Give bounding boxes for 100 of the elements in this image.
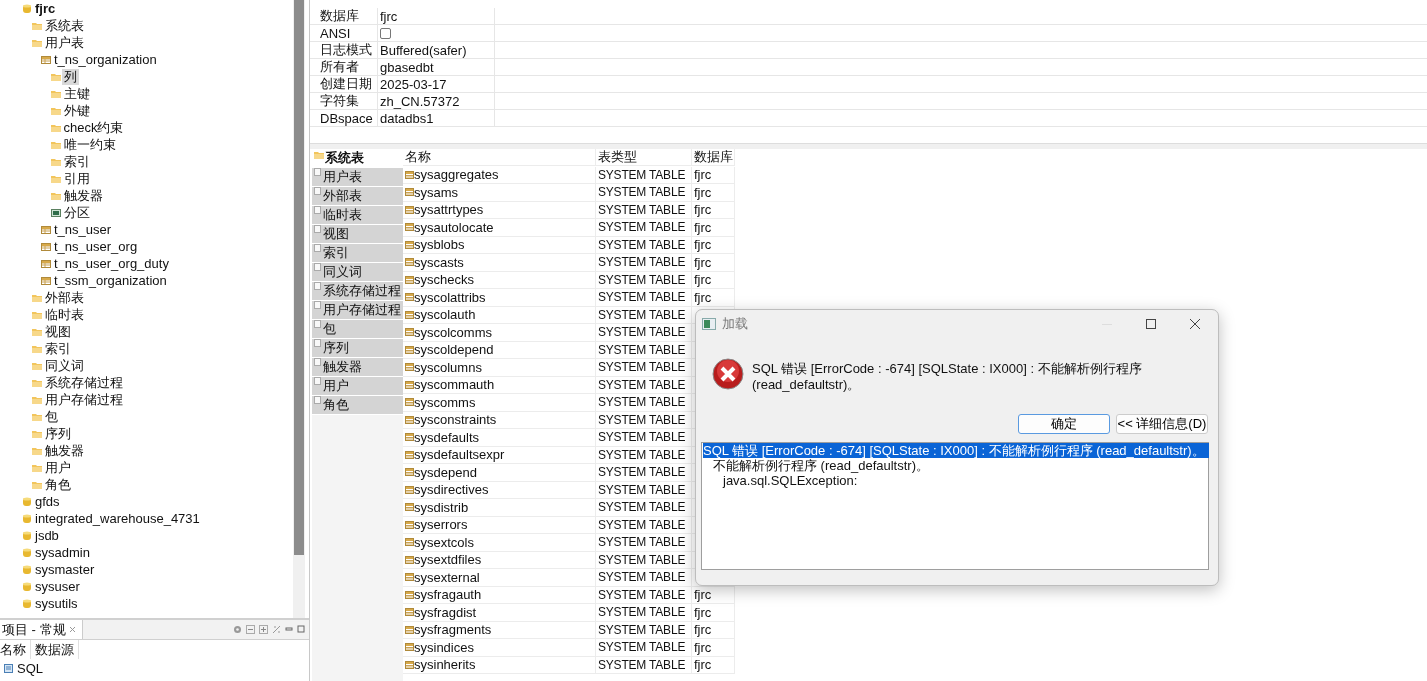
table-cell: sysdepend <box>414 464 477 480</box>
ok-button[interactable]: 确定 <box>1018 414 1110 434</box>
property-name: 字符集 <box>320 92 359 110</box>
object-tab[interactable]: 临时表 <box>312 206 403 225</box>
object-tab[interactable]: 用户 <box>312 377 403 396</box>
table-icon <box>405 607 414 618</box>
page-icon <box>314 225 322 234</box>
detail-line[interactable]: java.sql.SQLException: <box>723 473 862 488</box>
database-icon <box>22 547 32 558</box>
tree-item[interactable]: 索引 <box>61 153 92 170</box>
table-cell: sysblobs <box>414 237 465 253</box>
property-name: 所有者 <box>320 58 359 76</box>
tree-item[interactable]: 序列 <box>42 425 73 442</box>
table-cell: SYSTEM TABLE <box>598 167 686 182</box>
object-tab[interactable]: 触发器 <box>312 358 403 377</box>
object-tab[interactable]: 用户存储过程 <box>312 301 403 320</box>
table-icon <box>41 224 51 235</box>
table-icon <box>405 414 414 425</box>
detail-line[interactable]: 不能解析例行程序 (read_defaultstr)。 <box>713 458 933 473</box>
checkbox[interactable] <box>380 27 391 39</box>
folder-icon <box>50 173 61 184</box>
close-icon <box>1190 319 1200 329</box>
tree-item[interactable]: 角色 <box>42 476 73 493</box>
tree-item[interactable]: 系统存储过程 <box>42 374 125 391</box>
tree-item[interactable]: 列 <box>61 68 79 85</box>
tree-item[interactable]: sysadmin <box>33 544 92 561</box>
table-cell: sysfragauth <box>414 587 482 603</box>
tree-item[interactable]: sysuser <box>33 578 82 595</box>
table-cell: SYSTEM TABLE <box>598 587 686 602</box>
folder-icon <box>50 105 61 116</box>
table-icon <box>41 54 51 65</box>
tree-item[interactable]: 用户 <box>42 459 73 476</box>
tree-item[interactable]: 引用 <box>61 170 92 187</box>
table-cell: SYSTEM TABLE <box>598 307 686 322</box>
tree-item[interactable]: 唯一约束 <box>61 136 118 153</box>
folder-icon <box>50 156 61 167</box>
table-cell: sysdefaultsexpr <box>414 447 505 463</box>
object-tab[interactable]: 序列 <box>312 339 403 358</box>
tree-item[interactable]: t_ns_organization <box>52 51 159 68</box>
tree-item[interactable]: jsdb <box>33 527 61 544</box>
column-header[interactable]: 数据源 <box>31 640 79 659</box>
tree-item[interactable]: fjrc <box>33 0 58 17</box>
tree-item[interactable]: 触发器 <box>42 442 86 459</box>
object-tab[interactable]: 系统存储过程 <box>312 282 403 301</box>
tree-item[interactable]: sysutils <box>33 595 80 612</box>
tree-item[interactable]: 分区 <box>61 204 92 221</box>
tree-item[interactable]: 系统表 <box>42 17 86 34</box>
object-tab[interactable]: 系统表 <box>312 149 403 168</box>
tree-item[interactable]: t_ns_user_org <box>52 238 140 255</box>
table-cell: sysfragments <box>414 622 492 638</box>
object-tab[interactable]: 同义词 <box>312 263 403 282</box>
table-cell: SYSTEM TABLE <box>598 447 686 462</box>
tree-item[interactable]: 外键 <box>61 102 92 119</box>
table-cell: SYSTEM TABLE <box>598 430 686 445</box>
tree-item[interactable]: 临时表 <box>42 306 86 323</box>
table-cell: SYSTEM TABLE <box>598 465 686 480</box>
window-icon <box>702 318 716 330</box>
folder-icon <box>31 445 42 456</box>
tree-item[interactable]: 索引 <box>42 340 73 357</box>
table-icon <box>405 554 414 565</box>
scrollbar-thumb[interactable] <box>294 0 304 555</box>
tree-item[interactable]: 外部表 <box>42 289 86 306</box>
tree-item[interactable]: t_ssm_organization <box>52 272 169 289</box>
object-tab[interactable]: 角色 <box>312 396 403 415</box>
panel-title: 项目 - 常规 <box>2 620 66 639</box>
object-tab[interactable]: 索引 <box>312 244 403 263</box>
tree-item[interactable]: check约束 <box>61 119 126 136</box>
tree-item[interactable]: 用户存储过程 <box>42 391 125 408</box>
table-cell: sysextdfiles <box>414 552 482 568</box>
column-header[interactable]: 名称 <box>0 640 31 659</box>
tree-item[interactable]: gfds <box>33 493 62 510</box>
column-header[interactable]: 表类型 <box>598 149 637 166</box>
tree-item[interactable]: t_ns_user <box>52 221 114 238</box>
table-cell: syserrors <box>414 517 468 533</box>
tree-item[interactable]: 用户表 <box>42 34 86 51</box>
tree-item[interactable]: sysmaster <box>33 561 97 578</box>
table-cell: syscolattribs <box>414 289 486 305</box>
object-tab[interactable]: 视图 <box>312 225 403 244</box>
column-header[interactable]: 数据库 <box>694 149 733 166</box>
page-icon <box>314 339 322 348</box>
tree-item[interactable]: integrated_warehouse_4731 <box>33 510 202 527</box>
tree-item[interactable]: 视图 <box>42 323 73 340</box>
tree-item[interactable]: t_ns_user_org_duty <box>52 255 171 272</box>
maximize-icon <box>1146 319 1156 329</box>
tree-item[interactable]: 触发器 <box>61 187 105 204</box>
property-name: 创建日期 <box>320 75 372 93</box>
minimize-icon <box>285 625 293 633</box>
page-icon <box>314 320 322 329</box>
column-header[interactable]: 名称 <box>405 149 431 166</box>
details-button[interactable]: << 详细信息(D) <box>1116 414 1208 434</box>
tree-item[interactable]: 同义词 <box>42 357 86 374</box>
panel-tab[interactable]: 项目 - 常规 <box>0 620 83 639</box>
object-tab[interactable]: 用户表 <box>312 168 403 187</box>
object-tab[interactable]: 外部表 <box>312 187 403 206</box>
tree-item[interactable]: 主键 <box>61 85 92 102</box>
tree-item[interactable]: 包 <box>42 408 60 425</box>
table-icon <box>405 397 414 408</box>
table-icon <box>405 572 414 583</box>
object-tab[interactable]: 包 <box>312 320 403 339</box>
table-cell: SYSTEM TABLE <box>598 395 686 410</box>
